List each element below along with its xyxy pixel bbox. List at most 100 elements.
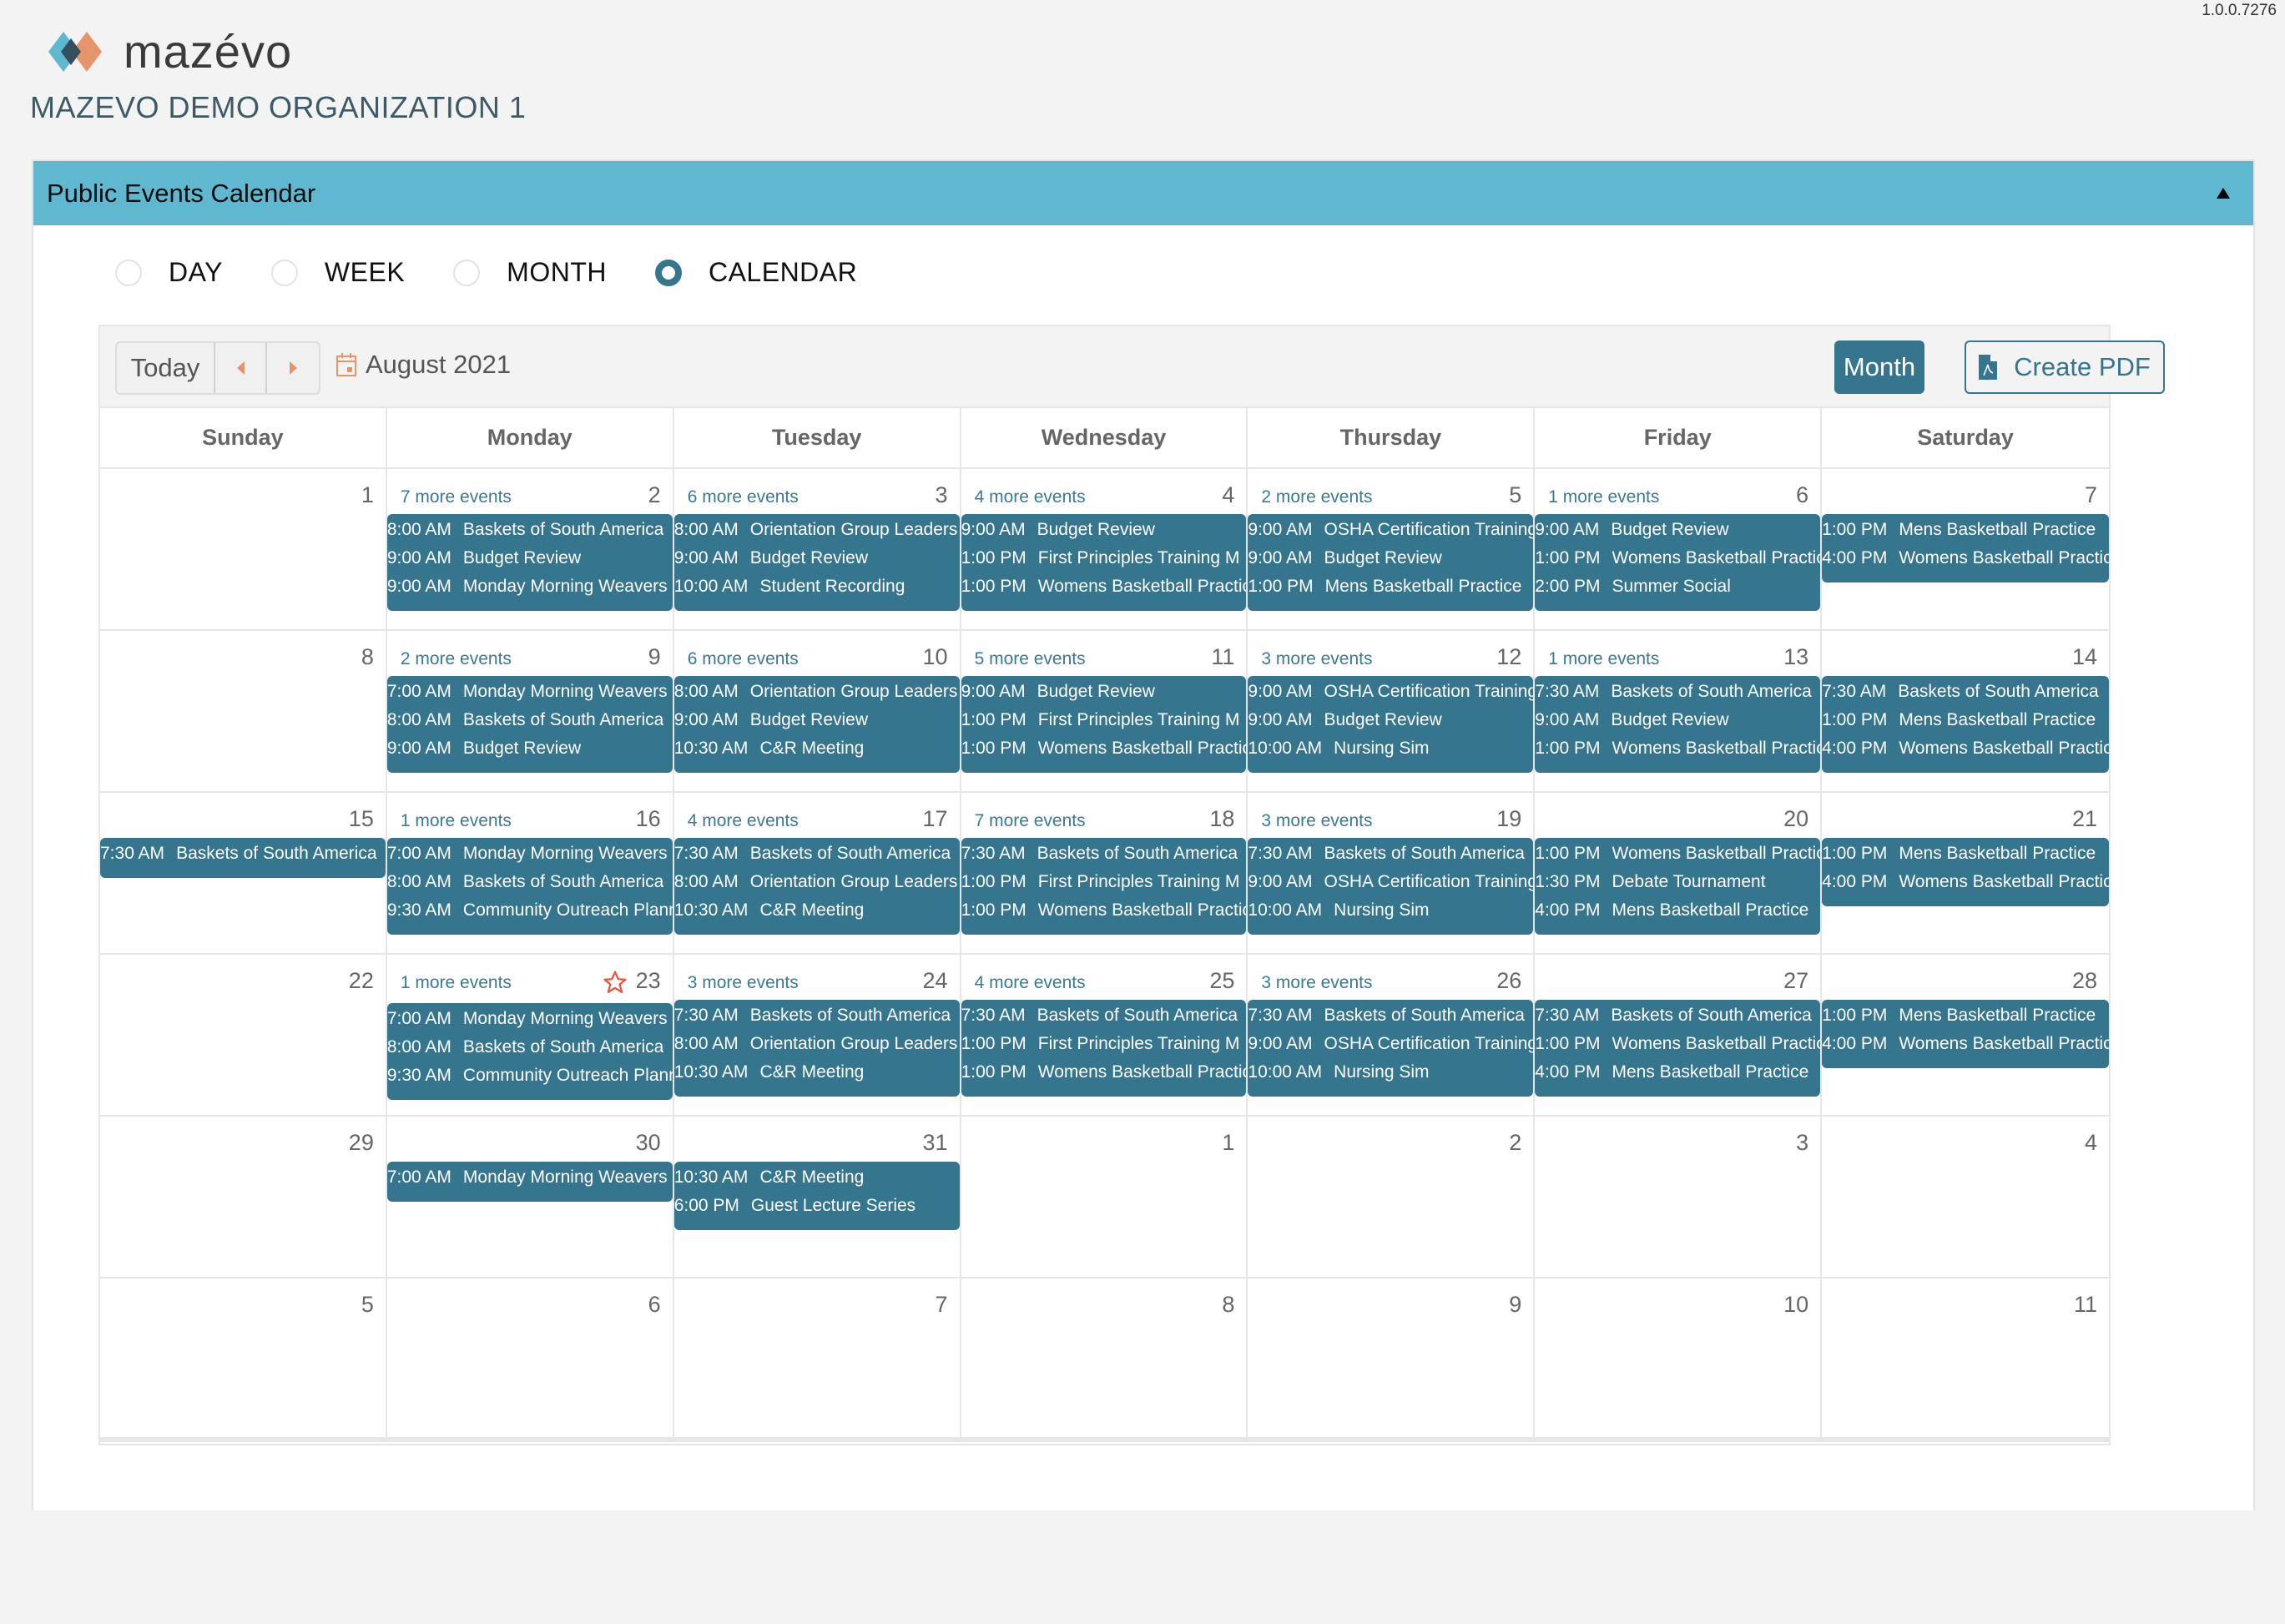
view-option-calendar[interactable]: CALENDAR	[654, 257, 857, 288]
day-cell[interactable]: 11	[1822, 1279, 2109, 1437]
view-option-week[interactable]: WEEK	[270, 257, 405, 288]
event-item[interactable]: 7:30 AM Baskets of South America	[1535, 1001, 1820, 1030]
event-item[interactable]: 10:00 AM Nursing Sim	[1248, 734, 1533, 763]
event-item[interactable]: 9:00 AM Budget Review	[1248, 544, 1533, 572]
event-item[interactable]: 8:00 AM Baskets of South America	[387, 706, 673, 734]
event-item[interactable]: 7:30 AM Baskets of South America	[1822, 678, 2109, 706]
day-cell[interactable]: 7 more events 18 7:30 AM Baskets of South A…	[961, 793, 1248, 953]
event-item[interactable]: 1:00 PM Womens Basketball Practice	[961, 896, 1247, 925]
more-events-link[interactable]: 7 more events	[401, 487, 512, 507]
event-item[interactable]: 4:00 PM Mens Basketball Practice	[1535, 1058, 1820, 1087]
day-cell[interactable]: 7 more events 2 8:00 AM Baskets of South Am…	[386, 469, 674, 629]
day-cell[interactable]: 28 1:00 PM Mens Basketball Practice 4:00 PM…	[1822, 955, 2109, 1115]
day-cell[interactable]: 3	[1535, 1117, 1823, 1277]
event-item[interactable]: 9:00 AM Budget Review	[1535, 706, 1820, 734]
event-item[interactable]: 10:30 AM C&R Meeting	[674, 734, 960, 763]
day-cell[interactable]: 6 more events 3 8:00 AM Orientation Group L…	[673, 469, 961, 629]
day-cell[interactable]: 1	[961, 1117, 1248, 1277]
view-option-month[interactable]: MONTH	[453, 257, 607, 288]
event-item[interactable]: 9:00 AM Budget Review	[961, 516, 1247, 544]
next-month-button[interactable]	[267, 343, 319, 393]
day-cell[interactable]: 4 more events 4 9:00 AM Budget Review 1:00 P…	[961, 469, 1248, 629]
more-events-link[interactable]: 1 more events	[1548, 649, 1659, 669]
event-item[interactable]: 9:00 AM Budget Review	[1535, 516, 1820, 544]
event-item[interactable]: 7:30 AM Baskets of South America	[674, 840, 960, 868]
event-item[interactable]: 1:00 PM Mens Basketball Practice	[1822, 840, 2109, 868]
event-item[interactable]: 4:00 PM Womens Basketball Practice	[1822, 734, 2109, 763]
more-events-link[interactable]: 6 more events	[688, 487, 799, 507]
event-item[interactable]: 7:00 AM Monday Morning Weavers	[387, 840, 673, 868]
day-cell[interactable]: 8	[100, 631, 387, 791]
event-item[interactable]: 1:00 PM First Principles Training M	[961, 1030, 1247, 1058]
previous-month-button[interactable]	[215, 343, 267, 393]
more-events-link[interactable]: 1 more events	[1548, 487, 1659, 507]
event-item[interactable]: 9:00 AM OSHA Certification Training	[1248, 1030, 1533, 1058]
day-cell[interactable]: 14 7:30 AM Baskets of South America 1:00 PM…	[1822, 631, 2109, 791]
more-events-link[interactable]: 4 more events	[688, 811, 799, 831]
event-item[interactable]: 1:00 PM First Principles Training M	[961, 868, 1247, 896]
event-item[interactable]: 8:00 AM Baskets of South America	[387, 1033, 673, 1062]
day-cell[interactable]: 1 more events 6 9:00 AM Budget Review 1:00 P…	[1535, 469, 1823, 629]
day-cell[interactable]: 30 7:00 AM Monday Morning Weavers	[386, 1117, 674, 1277]
event-item[interactable]: 7:30 AM Baskets of South America	[961, 840, 1247, 868]
event-item[interactable]: 1:00 PM Womens Basketball Practice	[1535, 734, 1820, 763]
day-cell[interactable]: 1	[100, 469, 387, 629]
event-item[interactable]: 2:00 PM Summer Social	[1535, 572, 1820, 601]
event-item[interactable]: 10:30 AM C&R Meeting	[674, 1058, 960, 1087]
event-item[interactable]: 9:00 AM Budget Review	[674, 544, 960, 572]
event-item[interactable]: 10:00 AM Student Recording	[674, 572, 960, 601]
event-item[interactable]: 1:00 PM Womens Basketball Practice	[961, 1058, 1247, 1087]
event-item[interactable]: 9:00 AM Budget Review	[387, 544, 673, 572]
event-item[interactable]: 9:30 AM Community Outreach Planning	[387, 896, 673, 925]
day-cell[interactable]: 3 more events 24 7:30 AM Baskets of South A…	[673, 955, 961, 1115]
event-item[interactable]: 7:00 AM Monday Morning Weavers	[387, 678, 673, 706]
day-cell[interactable]: 2 more events 5 9:00 AM OSHA Certification …	[1248, 469, 1536, 629]
more-events-link[interactable]: 5 more events	[975, 649, 1086, 669]
day-cell[interactable]: 6	[387, 1279, 674, 1437]
event-item[interactable]: 9:00 AM Budget Review	[674, 706, 960, 734]
more-events-link[interactable]: 4 more events	[975, 487, 1086, 507]
month-view-button[interactable]: Month	[1834, 340, 1924, 394]
day-cell[interactable]: 4	[1822, 1117, 2109, 1277]
event-item[interactable]: 1:30 PM Debate Tournament	[1535, 868, 1820, 896]
event-item[interactable]: 9:00 AM OSHA Certification Training	[1248, 516, 1533, 544]
panel-header[interactable]: Public Events Calendar	[33, 161, 2253, 225]
day-cell[interactable]: 3 more events 19 7:30 AM Baskets of South A…	[1248, 793, 1536, 953]
event-item[interactable]: 4:00 PM Womens Basketball Practice	[1822, 544, 2109, 572]
event-item[interactable]: 1:00 PM Womens Basketball Practice	[1535, 1030, 1820, 1058]
today-button[interactable]: Today	[117, 343, 215, 393]
more-events-link[interactable]: 3 more events	[1261, 811, 1372, 831]
more-events-link[interactable]: 7 more events	[975, 811, 1086, 831]
event-item[interactable]: 9:00 AM Budget Review	[387, 734, 673, 763]
day-cell[interactable]: 9	[1248, 1279, 1536, 1437]
day-cell[interactable]: 2 more events 9 7:00 AM Monday Morning Weav…	[386, 631, 674, 791]
event-item[interactable]: 7:30 AM Baskets of South America	[1535, 678, 1820, 706]
day-cell[interactable]: 3 more events 12 9:00 AM OSHA Certification…	[1248, 631, 1536, 791]
event-item[interactable]: 9:00 AM Budget Review	[961, 678, 1247, 706]
event-item[interactable]: 1:00 PM First Principles Training M	[961, 706, 1247, 734]
more-events-link[interactable]: 3 more events	[688, 973, 799, 993]
event-item[interactable]: 9:00 AM OSHA Certification Training	[1248, 868, 1533, 896]
event-item[interactable]: 1:00 PM Womens Basketball Practice	[1535, 840, 1820, 868]
event-item[interactable]: 1:00 PM Womens Basketball Practice	[1535, 544, 1820, 572]
event-item[interactable]: 7:00 AM Monday Morning Weavers	[387, 1163, 673, 1192]
event-item[interactable]: 8:00 AM Baskets of South America	[387, 868, 673, 896]
event-item[interactable]: 10:00 AM Nursing Sim	[1248, 1058, 1533, 1087]
day-cell[interactable]: 6 more events 10 8:00 AM Orientation Group …	[673, 631, 961, 791]
event-item[interactable]: 8:00 AM Orientation Group Leaders	[674, 516, 960, 544]
day-cell[interactable]: 3 more events 26 7:30 AM Baskets of South A…	[1248, 955, 1536, 1115]
event-item[interactable]: 1:00 PM Mens Basketball Practice	[1822, 516, 2109, 544]
event-item[interactable]: 10:00 AM Nursing Sim	[1248, 896, 1533, 925]
event-item[interactable]: 1:00 PM Mens Basketball Practice	[1822, 706, 2109, 734]
event-item[interactable]: 7:30 AM Baskets of South America	[961, 1001, 1247, 1030]
event-item[interactable]: 10:30 AM C&R Meeting	[674, 896, 960, 925]
day-cell[interactable]: 1 more events 13 7:30 AM Baskets of South A…	[1535, 631, 1823, 791]
event-item[interactable]: 9:00 AM OSHA Certification Training	[1248, 678, 1533, 706]
more-events-link[interactable]: 1 more events	[401, 811, 512, 831]
day-cell[interactable]: 5	[100, 1279, 387, 1437]
day-cell[interactable]: 7 1:00 PM Mens Basketball Practice 4:00 PM W…	[1822, 469, 2109, 629]
day-cell[interactable]: 1 more events 23 7:00 AM Monday Morning Wea…	[386, 955, 674, 1115]
event-item[interactable]: 1:00 PM Mens Basketball Practice	[1248, 572, 1533, 601]
event-item[interactable]: 7:30 AM Baskets of South America	[100, 840, 386, 868]
event-item[interactable]: 9:00 AM Monday Morning Weavers	[387, 572, 673, 601]
